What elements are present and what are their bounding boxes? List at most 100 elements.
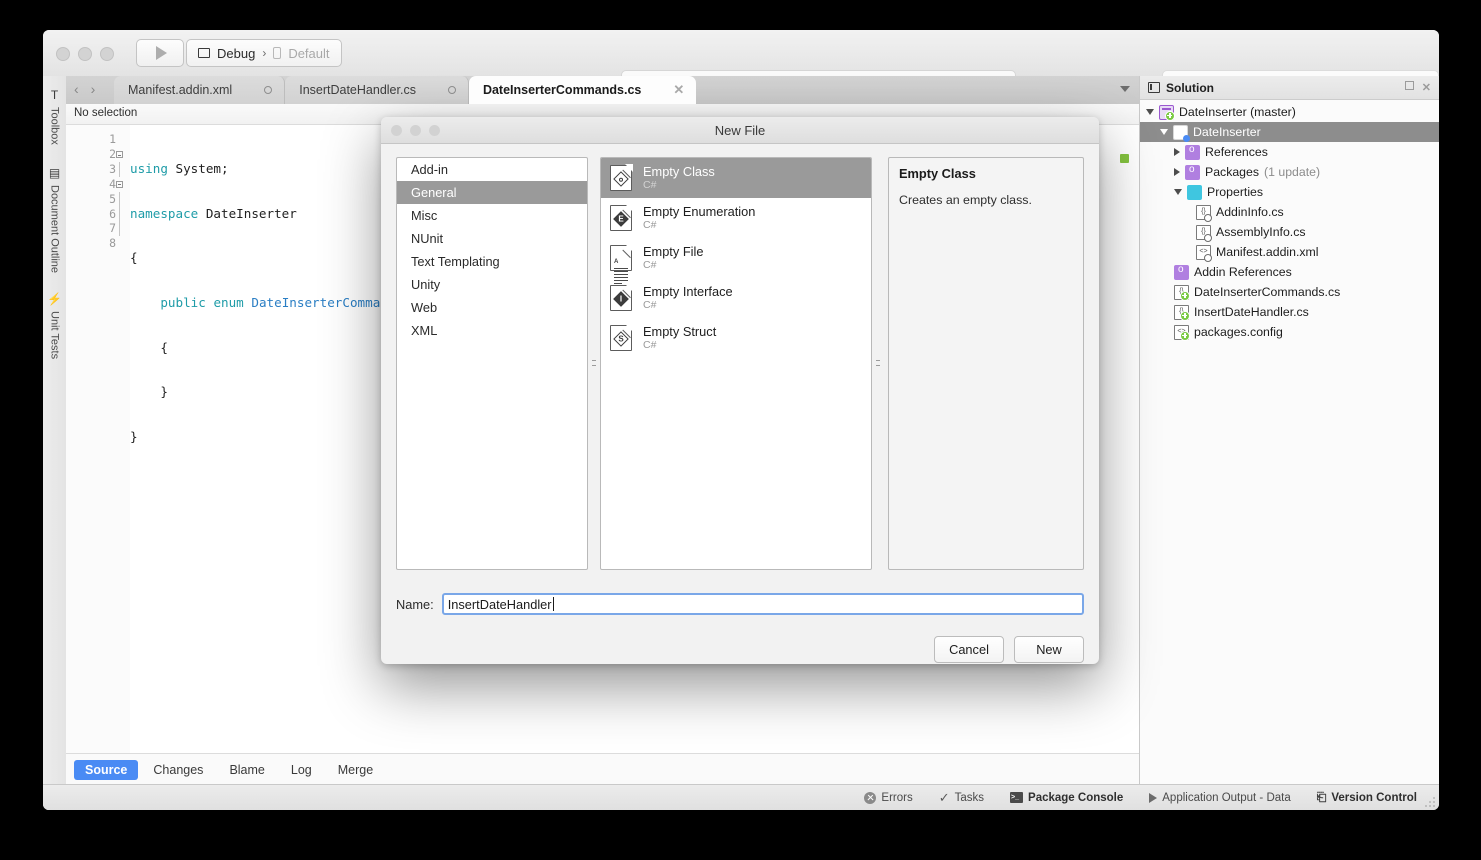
solution-pad: Solution ✕ DateInserter (master) DateIns… <box>1139 76 1439 785</box>
status-version-control[interactable]: ⎗ Version Control <box>1317 790 1417 805</box>
device-icon <box>273 47 281 59</box>
category-misc[interactable]: Misc <box>397 204 587 227</box>
status-package-console[interactable]: >_ Package Console <box>1010 792 1123 804</box>
template-name: Empty Interface <box>643 284 733 299</box>
description-text: Creates an empty class. <box>899 193 1073 207</box>
minimize-window-button[interactable] <box>78 47 92 61</box>
run-button[interactable] <box>136 39 184 67</box>
tab-nav-arrows[interactable]: ‹ › <box>74 81 95 97</box>
close-window-button[interactable] <box>56 47 70 61</box>
template-empty-interface[interactable]: I Empty Interface C# <box>601 278 871 318</box>
chevron-down-icon[interactable] <box>1160 129 1168 135</box>
tree-item-addininfo-cs[interactable]: {} AddinInfo.cs <box>1140 202 1439 222</box>
tree-item-manifest-addin-xml[interactable]: <> Manifest.addin.xml <box>1140 242 1439 262</box>
status-application-output[interactable]: Application Output - Data <box>1149 792 1291 804</box>
tree-item-dateinserter-project[interactable]: DateInserter <box>1140 122 1439 142</box>
run-configuration-selector[interactable]: Debug › Default <box>186 39 342 67</box>
category-nunit[interactable]: NUnit <box>397 227 587 250</box>
vcs-tab-changes[interactable]: Changes <box>142 760 214 780</box>
minimize-icon[interactable] <box>1405 81 1414 90</box>
configuration-label: Debug <box>217 46 255 61</box>
close-icon[interactable]: ✕ <box>673 85 684 95</box>
template-list[interactable]: Empty Class C# E Empty Enumeration C# <box>600 157 872 570</box>
pad-document-outline[interactable]: ▤ Document Outline <box>43 162 66 273</box>
references-icon <box>1174 265 1189 280</box>
chevron-right-icon[interactable] <box>1174 148 1180 156</box>
fold-toggle-icon[interactable] <box>116 181 123 188</box>
status-tasks[interactable]: ✓ Tasks <box>939 790 984 806</box>
template-name: Empty Enumeration <box>643 204 755 219</box>
tab-dateinsertercommands-cs[interactable]: DateInserterCommands.cs ✕ <box>469 76 696 104</box>
category-text-templating[interactable]: Text Templating <box>397 250 587 273</box>
modified-indicator-icon[interactable] <box>448 86 456 94</box>
csharp-file-icon: {} <box>1174 285 1189 300</box>
tree-item-assemblyinfo-cs[interactable]: {} AssemblyInfo.cs <box>1140 222 1439 242</box>
vcs-tab-merge[interactable]: Merge <box>327 760 384 780</box>
dialog-maximize-button[interactable] <box>429 125 440 136</box>
modified-indicator-icon[interactable] <box>264 86 272 94</box>
new-button[interactable]: New <box>1014 636 1084 663</box>
vcs-tab-source[interactable]: Source <box>74 760 138 780</box>
tree-item-insertdatehandler-cs[interactable]: {} InsertDateHandler.cs <box>1140 302 1439 322</box>
status-package-console-label: Package Console <box>1028 792 1123 804</box>
pad-unit-tests[interactable]: ⚡ Unit Tests <box>43 288 66 359</box>
resize-grip-icon[interactable] <box>1425 796 1436 807</box>
template-empty-struct[interactable]: S Empty Struct C# <box>601 318 871 358</box>
line-number-gutter: 1 2 3 4 5 6 7 8 <box>90 125 116 754</box>
category-web[interactable]: Web <box>397 296 587 319</box>
pad-toolbox[interactable]: T Toolbox <box>43 84 66 145</box>
class-file-icon <box>610 165 632 191</box>
cancel-button[interactable]: Cancel <box>934 636 1004 663</box>
tree-item-dateinsertercommands-cs[interactable]: {} DateInserterCommands.cs <box>1140 282 1439 302</box>
splitter-grip-icon[interactable] <box>876 352 880 376</box>
category-list[interactable]: Add-in General Misc NUnit Text Templatin… <box>396 157 588 570</box>
project-icon <box>1173 125 1188 140</box>
chevron-right-icon[interactable] <box>1174 168 1180 176</box>
chevron-down-icon[interactable] <box>1174 189 1182 195</box>
fold-toggle-icon[interactable] <box>116 151 123 158</box>
tree-item-references[interactable]: References <box>1140 142 1439 162</box>
nav-back-icon[interactable]: ‹ <box>74 81 79 97</box>
dialog-close-button[interactable] <box>391 125 402 136</box>
category-add-in[interactable]: Add-in <box>397 158 587 181</box>
tree-item-dateinserter-solution[interactable]: DateInserter (master) <box>1140 102 1439 122</box>
chevron-down-icon[interactable] <box>1120 86 1130 92</box>
tab-insertdatehandler-cs[interactable]: InsertDateHandler.cs <box>285 76 469 104</box>
chevron-down-icon[interactable] <box>1146 109 1154 115</box>
template-name: Empty Struct <box>643 324 716 339</box>
pane-splitter-right[interactable] <box>872 157 884 570</box>
fold-guide-line <box>119 162 120 177</box>
template-empty-class[interactable]: Empty Class C# <box>601 158 871 198</box>
splitter-grip-icon[interactable] <box>592 352 596 376</box>
pane-splitter-left[interactable] <box>588 157 600 570</box>
nav-forward-icon[interactable]: › <box>91 81 96 97</box>
tab-manifest-addin-xml[interactable]: Manifest.addin.xml <box>114 76 285 104</box>
window-traffic-lights[interactable] <box>56 47 114 61</box>
dialog-minimize-button[interactable] <box>410 125 421 136</box>
tab-list: Manifest.addin.xml InsertDateHandler.cs … <box>114 76 696 104</box>
new-file-dialog: New File Add-in General Misc NUnit Text … <box>381 117 1099 664</box>
struct-file-icon: S <box>610 325 632 351</box>
code-folding-column[interactable] <box>116 125 130 754</box>
close-icon[interactable]: ✕ <box>1422 81 1431 94</box>
template-empty-file[interactable]: A Empty File C# <box>601 238 871 278</box>
csharp-file-icon: {} <box>1174 305 1189 320</box>
tree-item-packages[interactable]: Packages (1 update) <box>1140 162 1439 182</box>
tree-item-label: InsertDateHandler.cs <box>1194 305 1309 319</box>
maximize-window-button[interactable] <box>100 47 114 61</box>
solution-icon <box>1148 82 1160 93</box>
tree-item-properties[interactable]: Properties <box>1140 182 1439 202</box>
solution-file-icon <box>1159 105 1174 120</box>
vcs-tab-log[interactable]: Log <box>280 760 323 780</box>
category-unity[interactable]: Unity <box>397 273 587 296</box>
file-name-input[interactable]: InsertDateHandler <box>442 593 1084 615</box>
tree-item-packages-config[interactable]: <> packages.config <box>1140 322 1439 342</box>
status-errors[interactable]: Errors <box>864 792 912 804</box>
tree-item-addin-references[interactable]: Addin References <box>1140 262 1439 282</box>
category-general[interactable]: General <box>397 181 587 204</box>
vcs-tab-blame[interactable]: Blame <box>218 760 275 780</box>
category-xml[interactable]: XML <box>397 319 587 342</box>
tree-item-label: DateInserter <box>1193 125 1261 139</box>
template-empty-enumeration[interactable]: E Empty Enumeration C# <box>601 198 871 238</box>
dialog-traffic-lights[interactable] <box>391 125 440 136</box>
